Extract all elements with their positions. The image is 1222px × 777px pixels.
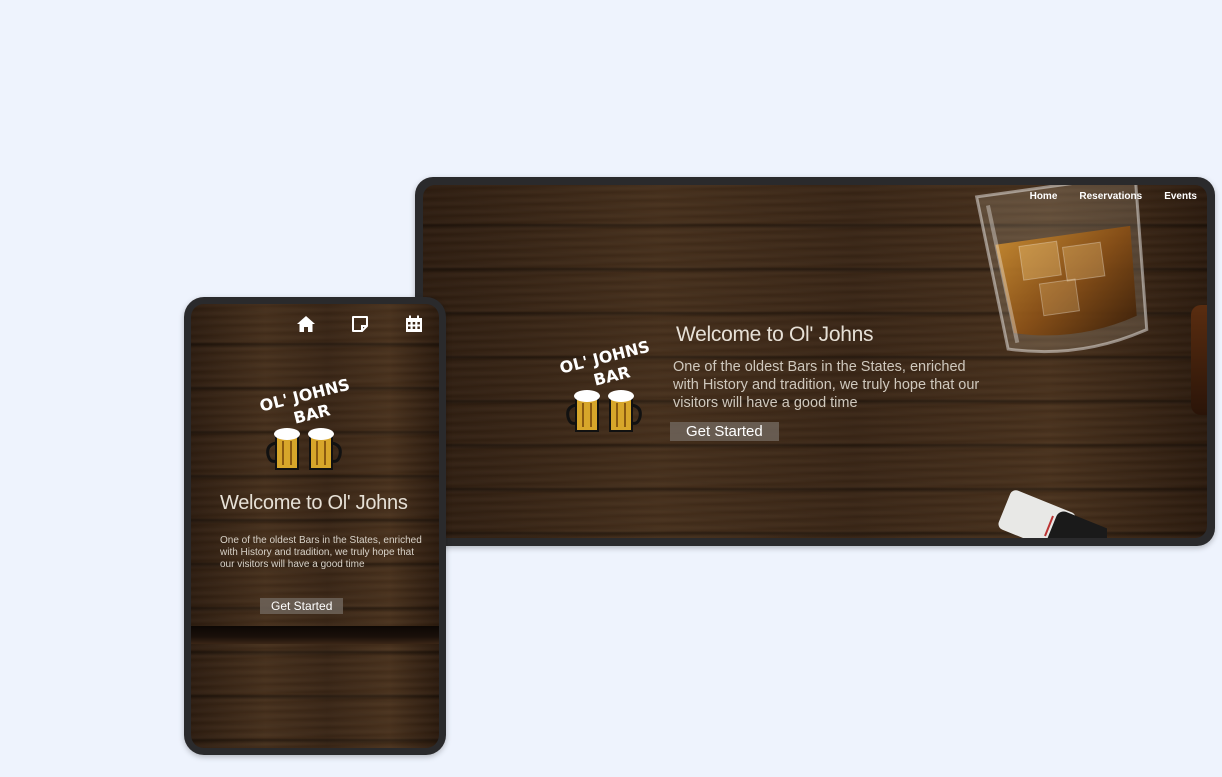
nav-events-link[interactable]: Events	[1164, 191, 1197, 202]
hero-title: Welcome to Ol' Johns	[220, 492, 408, 514]
bar-logo: OL' JOHNS BAR	[558, 337, 652, 432]
get-started-button[interactable]: Get Started	[670, 422, 779, 441]
beer-mugs-icon	[266, 428, 342, 470]
hero-description: One of the oldest Bars in the States, en…	[673, 359, 980, 411]
bottle-image	[998, 490, 1107, 538]
hero-description: One of the oldest Bars in the States, en…	[220, 535, 422, 570]
bottle-edge-image	[1191, 305, 1207, 415]
mobile-navbar	[296, 314, 424, 334]
mobile-device-frame: OL' JOHNS BAR Welcome to Ol' Johns One o…	[184, 297, 446, 755]
note-icon[interactable]	[350, 314, 370, 334]
beer-mugs-icon	[566, 390, 642, 432]
desktop-navbar: Home Reservations Events	[1030, 191, 1197, 202]
desktop-device-frame: Home Reservations Events OL' JOHNS BAR W…	[415, 177, 1215, 546]
home-icon[interactable]	[296, 314, 316, 334]
nav-home-link[interactable]: Home	[1030, 191, 1058, 202]
calendar-icon[interactable]	[404, 314, 424, 334]
desktop-screen: Home Reservations Events OL' JOHNS BAR W…	[423, 185, 1207, 538]
wood-plank-gap	[191, 626, 439, 644]
hero-title: Welcome to Ol' Johns	[676, 323, 874, 346]
mobile-hero: Welcome to Ol' Johns One of the oldest B…	[220, 492, 430, 571]
get-started-button[interactable]: Get Started	[260, 598, 344, 614]
desktop-hero: Welcome to Ol' Johns One of the oldest B…	[670, 323, 993, 441]
bar-logo: OL' JOHNS BAR	[258, 375, 352, 470]
nav-reservations-link[interactable]: Reservations	[1079, 191, 1142, 202]
mobile-screen: OL' JOHNS BAR Welcome to Ol' Johns One o…	[191, 304, 439, 748]
